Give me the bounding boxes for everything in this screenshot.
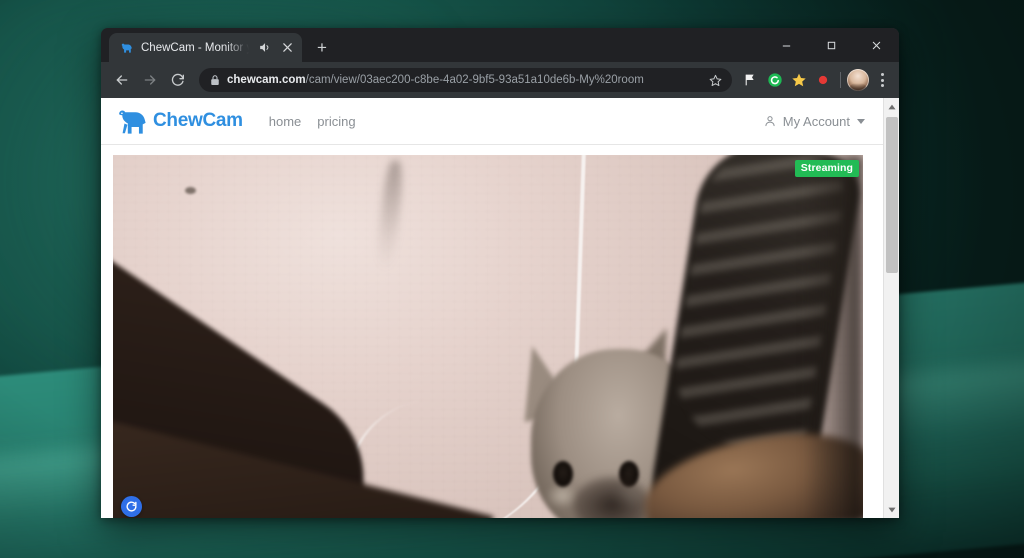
web-page: ChewCam home pricing My Account Streamin… (101, 98, 883, 518)
scrollbar-down-arrow[interactable] (884, 501, 900, 518)
site-nav-links: home pricing (269, 114, 356, 129)
profile-avatar[interactable] (847, 69, 869, 91)
forward-button[interactable] (137, 67, 163, 93)
toolbar-divider (840, 72, 841, 88)
minimize-button[interactable] (764, 28, 809, 62)
browser-tab-chewcam[interactable]: ChewCam - Monitor your pe (109, 33, 302, 62)
video-wall-speck (185, 187, 196, 194)
nav-link-home[interactable]: home (269, 114, 302, 129)
tab-title: ChewCam - Monitor your pe (141, 41, 249, 54)
address-bar[interactable]: chewcam.com/cam/view/03aec200-c8be-4a02-… (199, 68, 732, 92)
url-text: chewcam.com/cam/view/03aec200-c8be-4a02-… (227, 74, 699, 86)
page-scrollbar[interactable] (883, 98, 899, 518)
maximize-button[interactable] (809, 28, 854, 62)
site-navbar: ChewCam home pricing My Account (101, 98, 883, 145)
new-tab-button[interactable]: + (308, 33, 336, 61)
refresh-icon (125, 500, 138, 513)
flag-extension-icon[interactable] (740, 69, 762, 91)
camera-stream-container[interactable]: Streaming (113, 155, 863, 518)
brand-name: ChewCam (153, 110, 243, 131)
green-circle-extension-icon[interactable] (764, 69, 786, 91)
url-path: /cam/view/03aec200-c8be-4a02-9bf5-93a51a… (305, 74, 644, 86)
scrollbar-up-arrow[interactable] (884, 98, 900, 115)
reload-button[interactable] (165, 67, 191, 93)
brand-logo[interactable]: ChewCam (116, 106, 243, 136)
page-viewport: ChewCam home pricing My Account Streamin… (101, 98, 899, 518)
tab-strip: ChewCam - Monitor your pe + (101, 28, 899, 62)
speaker-playing-icon[interactable] (256, 40, 272, 56)
bookmark-star-icon[interactable] (706, 71, 724, 89)
kebab-menu-icon[interactable] (871, 68, 893, 92)
close-window-button[interactable] (854, 28, 899, 62)
video-right-shadow (803, 155, 863, 518)
lock-icon (210, 74, 220, 86)
scrollbar-thumb[interactable] (885, 117, 898, 273)
browser-toolbar: chewcam.com/cam/view/03aec200-c8be-4a02-… (101, 62, 899, 98)
back-button[interactable] (109, 67, 135, 93)
my-account-label: My Account (782, 113, 850, 129)
url-host: chewcam.com (227, 74, 306, 86)
dog-logo-icon (116, 106, 152, 136)
cat-eye-left (553, 461, 573, 487)
my-account-menu[interactable]: My Account (763, 114, 865, 129)
scrollbar-track[interactable] (884, 115, 900, 501)
stream-refresh-button[interactable] (121, 496, 142, 517)
red-dot-extension-icon[interactable] (812, 69, 834, 91)
person-icon (763, 114, 777, 128)
chrome-browser-window: ChewCam - Monitor your pe + (101, 28, 899, 518)
chevron-down-icon (857, 118, 865, 124)
close-icon[interactable] (279, 40, 295, 56)
chewcam-dog-favicon (119, 40, 134, 55)
nav-link-pricing[interactable]: pricing (317, 114, 355, 129)
window-controls (764, 28, 899, 62)
desktop-background: ChewCam - Monitor your pe + (0, 0, 1024, 558)
gold-star-extension-icon[interactable] (788, 69, 810, 91)
status-badge: Streaming (794, 160, 859, 177)
camera-video-feed[interactable] (113, 155, 863, 518)
